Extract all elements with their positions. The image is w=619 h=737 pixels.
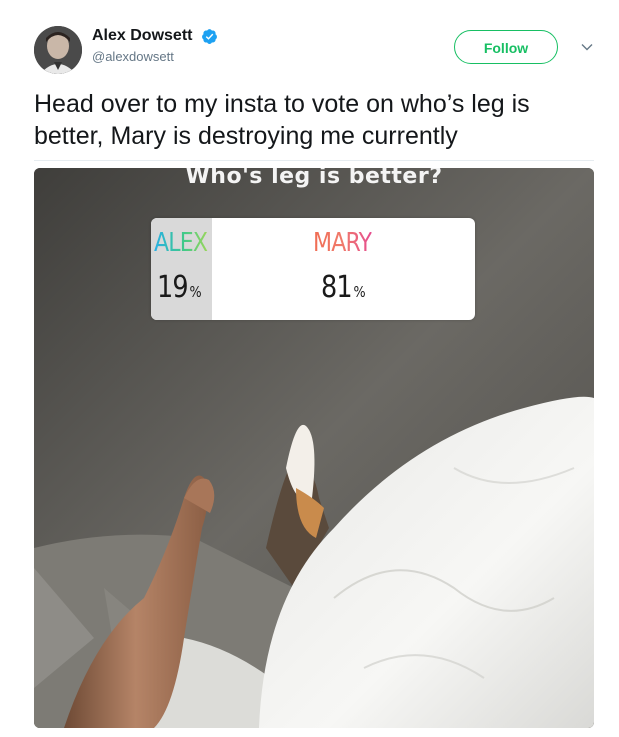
story-question-title: Who's leg is better? bbox=[185, 168, 443, 189]
author-display-name[interactable]: Alex Dowsett bbox=[92, 26, 192, 46]
author-handle[interactable]: @alexdowsett bbox=[92, 49, 218, 64]
tweet-text: Head over to my insta to vote on who’s l… bbox=[34, 90, 530, 150]
divider bbox=[34, 160, 594, 161]
poll-option-label-alex: ALEX bbox=[154, 228, 208, 258]
poll-option-percent-mary: 81% bbox=[321, 270, 366, 305]
story-poll: ALEX MARY 19% 81% bbox=[151, 218, 475, 320]
follow-button[interactable]: Follow bbox=[454, 30, 558, 64]
avatar[interactable] bbox=[34, 26, 82, 74]
chevron-down-icon[interactable] bbox=[580, 40, 594, 54]
tweet-media-photo[interactable]: Who's leg is better? ALEX MARY 19% 81% bbox=[34, 168, 594, 728]
verified-badge-icon bbox=[201, 28, 217, 44]
tweet-header: Alex Dowsett @alexdowsett Follow bbox=[34, 22, 594, 78]
author-block: Alex Dowsett @alexdowsett bbox=[92, 26, 218, 64]
poll-option-label-mary: MARY bbox=[313, 228, 372, 258]
poll-option-percent-alex: 19% bbox=[157, 270, 202, 305]
